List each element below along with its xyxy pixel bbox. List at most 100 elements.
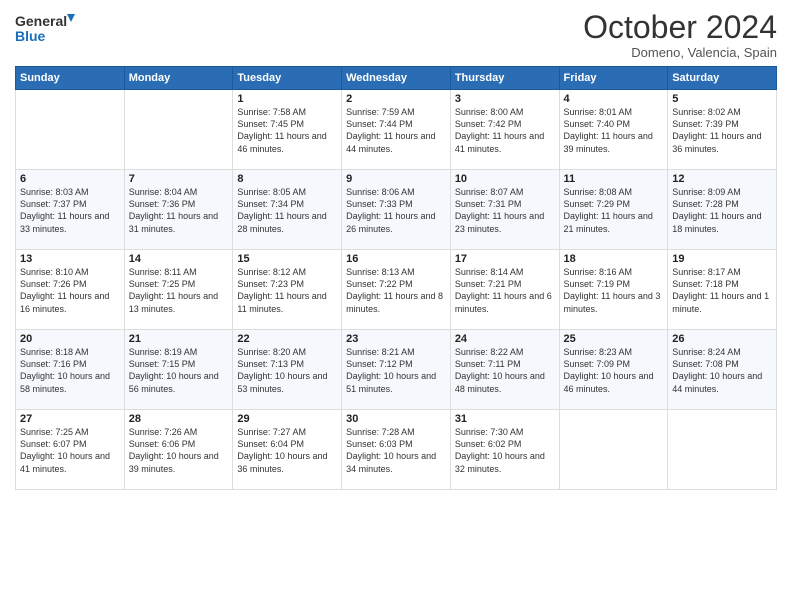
day-cell: 5Sunrise: 8:02 AM Sunset: 7:39 PM Daylig… — [668, 90, 777, 170]
day-number: 1 — [237, 93, 337, 105]
day-cell: 26Sunrise: 8:24 AM Sunset: 7:08 PM Dayli… — [668, 330, 777, 410]
day-detail: Sunrise: 8:18 AM Sunset: 7:16 PM Dayligh… — [20, 346, 120, 395]
day-number: 7 — [129, 173, 229, 185]
day-detail: Sunrise: 7:28 AM Sunset: 6:03 PM Dayligh… — [346, 426, 446, 475]
day-detail: Sunrise: 8:11 AM Sunset: 7:25 PM Dayligh… — [129, 266, 229, 315]
day-number: 26 — [672, 333, 772, 345]
week-row-3: 13Sunrise: 8:10 AM Sunset: 7:26 PM Dayli… — [16, 250, 777, 330]
calendar-table: SundayMondayTuesdayWednesdayThursdayFrid… — [15, 66, 777, 490]
day-detail: Sunrise: 7:58 AM Sunset: 7:45 PM Dayligh… — [237, 106, 337, 155]
day-number: 21 — [129, 333, 229, 345]
svg-text:Blue: Blue — [15, 28, 46, 44]
week-row-5: 27Sunrise: 7:25 AM Sunset: 6:07 PM Dayli… — [16, 410, 777, 490]
day-number: 11 — [564, 173, 664, 185]
day-number: 19 — [672, 253, 772, 265]
day-cell: 24Sunrise: 8:22 AM Sunset: 7:11 PM Dayli… — [450, 330, 559, 410]
day-detail: Sunrise: 7:26 AM Sunset: 6:06 PM Dayligh… — [129, 426, 229, 475]
day-detail: Sunrise: 8:02 AM Sunset: 7:39 PM Dayligh… — [672, 106, 772, 155]
day-detail: Sunrise: 8:05 AM Sunset: 7:34 PM Dayligh… — [237, 186, 337, 235]
day-cell: 16Sunrise: 8:13 AM Sunset: 7:22 PM Dayli… — [342, 250, 451, 330]
day-cell: 13Sunrise: 8:10 AM Sunset: 7:26 PM Dayli… — [16, 250, 125, 330]
day-number: 23 — [346, 333, 446, 345]
day-number: 31 — [455, 413, 555, 425]
day-number: 15 — [237, 253, 337, 265]
day-number: 2 — [346, 93, 446, 105]
day-cell: 31Sunrise: 7:30 AM Sunset: 6:02 PM Dayli… — [450, 410, 559, 490]
day-cell — [16, 90, 125, 170]
day-detail: Sunrise: 8:12 AM Sunset: 7:23 PM Dayligh… — [237, 266, 337, 315]
day-detail: Sunrise: 7:27 AM Sunset: 6:04 PM Dayligh… — [237, 426, 337, 475]
day-number: 3 — [455, 93, 555, 105]
day-cell: 12Sunrise: 8:09 AM Sunset: 7:28 PM Dayli… — [668, 170, 777, 250]
col-header-friday: Friday — [559, 67, 668, 90]
day-cell: 1Sunrise: 7:58 AM Sunset: 7:45 PM Daylig… — [233, 90, 342, 170]
day-cell: 2Sunrise: 7:59 AM Sunset: 7:44 PM Daylig… — [342, 90, 451, 170]
col-header-saturday: Saturday — [668, 67, 777, 90]
day-cell: 3Sunrise: 8:00 AM Sunset: 7:42 PM Daylig… — [450, 90, 559, 170]
day-detail: Sunrise: 7:25 AM Sunset: 6:07 PM Dayligh… — [20, 426, 120, 475]
day-number: 4 — [564, 93, 664, 105]
day-number: 10 — [455, 173, 555, 185]
day-detail: Sunrise: 8:17 AM Sunset: 7:18 PM Dayligh… — [672, 266, 772, 315]
day-cell: 23Sunrise: 8:21 AM Sunset: 7:12 PM Dayli… — [342, 330, 451, 410]
subtitle: Domeno, Valencia, Spain — [583, 45, 777, 60]
day-number: 25 — [564, 333, 664, 345]
col-header-wednesday: Wednesday — [342, 67, 451, 90]
day-detail: Sunrise: 8:16 AM Sunset: 7:19 PM Dayligh… — [564, 266, 664, 315]
week-row-1: 1Sunrise: 7:58 AM Sunset: 7:45 PM Daylig… — [16, 90, 777, 170]
day-detail: Sunrise: 8:20 AM Sunset: 7:13 PM Dayligh… — [237, 346, 337, 395]
week-row-4: 20Sunrise: 8:18 AM Sunset: 7:16 PM Dayli… — [16, 330, 777, 410]
day-number: 6 — [20, 173, 120, 185]
day-number: 17 — [455, 253, 555, 265]
day-detail: Sunrise: 8:23 AM Sunset: 7:09 PM Dayligh… — [564, 346, 664, 395]
page: GeneralBlue October 2024 Domeno, Valenci… — [0, 0, 792, 612]
day-number: 16 — [346, 253, 446, 265]
day-detail: Sunrise: 8:14 AM Sunset: 7:21 PM Dayligh… — [455, 266, 555, 315]
col-header-sunday: Sunday — [16, 67, 125, 90]
day-number: 20 — [20, 333, 120, 345]
day-number: 29 — [237, 413, 337, 425]
day-detail: Sunrise: 8:19 AM Sunset: 7:15 PM Dayligh… — [129, 346, 229, 395]
month-title: October 2024 — [583, 10, 777, 45]
title-block: October 2024 Domeno, Valencia, Spain — [583, 10, 777, 60]
day-detail: Sunrise: 8:24 AM Sunset: 7:08 PM Dayligh… — [672, 346, 772, 395]
day-cell — [559, 410, 668, 490]
day-cell: 11Sunrise: 8:08 AM Sunset: 7:29 PM Dayli… — [559, 170, 668, 250]
day-cell: 17Sunrise: 8:14 AM Sunset: 7:21 PM Dayli… — [450, 250, 559, 330]
day-number: 18 — [564, 253, 664, 265]
day-cell: 8Sunrise: 8:05 AM Sunset: 7:34 PM Daylig… — [233, 170, 342, 250]
header-row: SundayMondayTuesdayWednesdayThursdayFrid… — [16, 67, 777, 90]
day-cell: 25Sunrise: 8:23 AM Sunset: 7:09 PM Dayli… — [559, 330, 668, 410]
day-detail: Sunrise: 8:10 AM Sunset: 7:26 PM Dayligh… — [20, 266, 120, 315]
logo: GeneralBlue — [15, 10, 75, 46]
day-cell: 7Sunrise: 8:04 AM Sunset: 7:36 PM Daylig… — [124, 170, 233, 250]
day-detail: Sunrise: 8:13 AM Sunset: 7:22 PM Dayligh… — [346, 266, 446, 315]
day-cell: 29Sunrise: 7:27 AM Sunset: 6:04 PM Dayli… — [233, 410, 342, 490]
day-number: 28 — [129, 413, 229, 425]
day-number: 13 — [20, 253, 120, 265]
week-row-2: 6Sunrise: 8:03 AM Sunset: 7:37 PM Daylig… — [16, 170, 777, 250]
day-cell: 9Sunrise: 8:06 AM Sunset: 7:33 PM Daylig… — [342, 170, 451, 250]
header: GeneralBlue October 2024 Domeno, Valenci… — [15, 10, 777, 60]
day-detail: Sunrise: 8:06 AM Sunset: 7:33 PM Dayligh… — [346, 186, 446, 235]
day-detail: Sunrise: 7:59 AM Sunset: 7:44 PM Dayligh… — [346, 106, 446, 155]
day-cell: 14Sunrise: 8:11 AM Sunset: 7:25 PM Dayli… — [124, 250, 233, 330]
day-number: 14 — [129, 253, 229, 265]
day-number: 24 — [455, 333, 555, 345]
day-cell: 18Sunrise: 8:16 AM Sunset: 7:19 PM Dayli… — [559, 250, 668, 330]
col-header-monday: Monday — [124, 67, 233, 90]
day-number: 5 — [672, 93, 772, 105]
day-cell — [124, 90, 233, 170]
day-detail: Sunrise: 8:04 AM Sunset: 7:36 PM Dayligh… — [129, 186, 229, 235]
day-cell: 27Sunrise: 7:25 AM Sunset: 6:07 PM Dayli… — [16, 410, 125, 490]
day-detail: Sunrise: 8:21 AM Sunset: 7:12 PM Dayligh… — [346, 346, 446, 395]
day-number: 8 — [237, 173, 337, 185]
day-cell — [668, 410, 777, 490]
day-detail: Sunrise: 8:01 AM Sunset: 7:40 PM Dayligh… — [564, 106, 664, 155]
day-cell: 10Sunrise: 8:07 AM Sunset: 7:31 PM Dayli… — [450, 170, 559, 250]
day-cell: 20Sunrise: 8:18 AM Sunset: 7:16 PM Dayli… — [16, 330, 125, 410]
day-number: 30 — [346, 413, 446, 425]
day-number: 9 — [346, 173, 446, 185]
day-cell: 19Sunrise: 8:17 AM Sunset: 7:18 PM Dayli… — [668, 250, 777, 330]
day-cell: 28Sunrise: 7:26 AM Sunset: 6:06 PM Dayli… — [124, 410, 233, 490]
